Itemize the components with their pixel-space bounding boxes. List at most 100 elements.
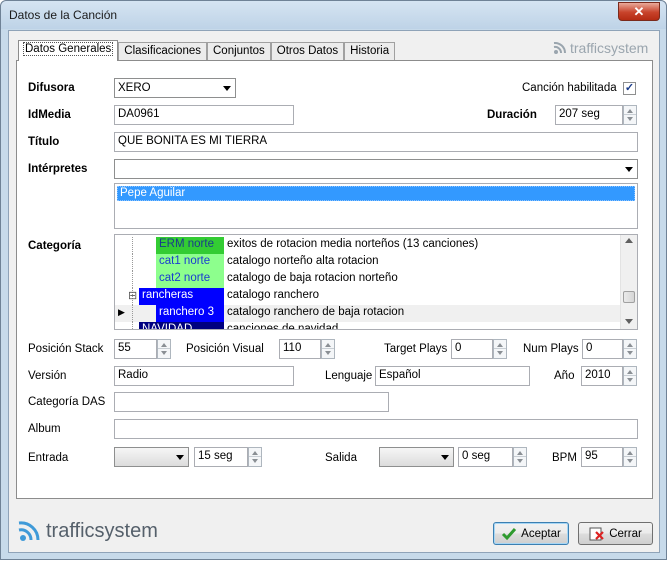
tab-datos-generales[interactable]: Datos Generales xyxy=(18,40,119,61)
idmedia-label: IdMedia xyxy=(28,109,71,121)
table-row[interactable]: NAVIDAD canciones de navidad xyxy=(115,322,621,330)
album-label: Album xyxy=(28,423,61,435)
category-code: rancheras xyxy=(139,288,224,305)
salida-seconds-stepper[interactable] xyxy=(513,447,527,467)
chevron-down-icon xyxy=(441,455,449,460)
album-field[interactable] xyxy=(114,419,638,439)
titulo-field[interactable]: QUE BONITA ES MI TIERRA xyxy=(114,132,638,152)
salida-select[interactable] xyxy=(379,447,454,467)
row-pointer-icon: ▶ xyxy=(118,307,125,317)
category-description: catalogo de baja rotacion norteño xyxy=(227,272,398,284)
categoria-das-label: Categoría DAS xyxy=(28,396,106,408)
aceptar-label: Aceptar xyxy=(521,527,561,540)
duracion-label: Duración xyxy=(487,109,537,121)
signal-icon xyxy=(553,41,567,54)
num-plays-label: Num Plays xyxy=(523,343,579,355)
duracion-stepper[interactable] xyxy=(623,105,637,125)
category-code: ranchero 3 xyxy=(156,305,224,322)
version-field[interactable]: Radio xyxy=(114,366,294,386)
posicion-visual-field[interactable]: 110 xyxy=(279,339,321,359)
brand-logo-large: trafficsystem xyxy=(16,518,158,544)
difusora-select[interactable]: XERO xyxy=(114,78,236,98)
posicion-stack-field[interactable]: 55 xyxy=(114,339,157,359)
scroll-down-icon[interactable] xyxy=(625,319,633,324)
cerrar-button[interactable]: Cerrar xyxy=(578,522,653,545)
category-code: cat2 norte xyxy=(156,271,224,288)
category-description: catalogo norteño alta rotacion xyxy=(227,255,379,267)
categoria-das-field[interactable] xyxy=(114,392,389,412)
lenguaje-field[interactable]: Español xyxy=(375,366,530,386)
categoria-scrollbar[interactable] xyxy=(620,235,637,329)
category-description: catalogo ranchero de baja rotacion xyxy=(227,306,405,318)
tab-otros-datos[interactable]: Otros Datos xyxy=(270,42,345,61)
posicion-visual-label: Posición Visual xyxy=(186,343,264,355)
category-code: cat1 norte xyxy=(156,254,224,271)
idmedia-field[interactable]: DA0961 xyxy=(114,105,294,125)
anio-field[interactable]: 2010 xyxy=(581,366,623,386)
tab-clasificaciones[interactable]: Clasificaciones xyxy=(118,42,207,61)
collapse-icon[interactable]: ⊟ xyxy=(128,289,137,302)
num-plays-field[interactable]: 0 xyxy=(582,339,623,359)
posicion-stack-stepper[interactable] xyxy=(157,339,171,359)
anio-label: Año xyxy=(554,370,575,382)
anio-stepper[interactable] xyxy=(623,366,637,386)
cancion-habilitada-label: Canción habilitada xyxy=(522,82,617,94)
target-plays-field[interactable]: 0 xyxy=(451,339,493,359)
tree-line xyxy=(132,271,133,288)
posicion-visual-stepper[interactable] xyxy=(321,339,335,359)
dialog-window: Datos de la Canción ✕ Datos Generales Cl… xyxy=(0,0,667,560)
tree-line xyxy=(132,305,133,322)
aceptar-button[interactable]: Aceptar xyxy=(493,522,569,545)
entrada-seconds-field[interactable]: 15 seg xyxy=(194,447,248,467)
interpretes-label: Intérpretes xyxy=(28,163,88,175)
entrada-seconds-stepper[interactable] xyxy=(248,447,262,467)
entrada-label: Entrada xyxy=(28,452,69,464)
brand-name: trafficsystem xyxy=(570,40,649,56)
tab-historia[interactable]: Historia xyxy=(344,42,396,61)
categoria-tree[interactable]: NAVIDAD canciones de navidad ▶ ranchero 3 ca… xyxy=(114,234,638,330)
bpm-field[interactable]: 95 xyxy=(581,447,623,467)
titulo-label: Título xyxy=(28,136,60,148)
tree-line xyxy=(132,254,133,271)
difusora-label: Difusora xyxy=(28,82,75,94)
table-row[interactable]: ⊟ rancheras catalogo ranchero xyxy=(115,288,621,305)
tab-strip: Datos Generales Clasificaciones Conjunto… xyxy=(18,40,396,61)
dialog-client: Datos Generales Clasificaciones Conjunto… xyxy=(8,30,660,553)
scroll-up-icon[interactable] xyxy=(625,238,633,243)
cancion-habilitada-checkbox[interactable]: ✓ xyxy=(623,82,636,95)
salida-seconds-field[interactable]: 0 seg xyxy=(458,447,513,467)
categoria-label: Categoría xyxy=(28,240,82,252)
tab-panel-datos-generales: Difusora XERO Canción habilitada ✓ IdMed… xyxy=(16,60,653,499)
list-item[interactable]: Pepe Aguilar xyxy=(117,186,635,201)
posicion-stack-label: Posición Stack xyxy=(28,343,104,355)
window-title: Datos de la Canción xyxy=(9,8,118,22)
category-code: NAVIDAD xyxy=(139,322,224,329)
tab-conjuntos[interactable]: Conjuntos xyxy=(207,42,271,61)
close-window-button[interactable]: ✕ xyxy=(618,2,660,21)
target-plays-stepper[interactable] xyxy=(493,339,507,359)
category-code: ERM norte xyxy=(156,237,224,254)
bpm-stepper[interactable] xyxy=(623,447,637,467)
tree-line xyxy=(132,237,133,254)
table-row[interactable]: cat2 norte catalogo de baja rotacion nort… xyxy=(115,271,621,288)
salida-label: Salida xyxy=(325,452,357,464)
tree-line xyxy=(132,322,133,329)
category-description: exitos de rotacion media norteños (13 ca… xyxy=(227,238,479,250)
table-row[interactable]: ▶ ranchero 3 catalogo ranchero de baja rot… xyxy=(115,305,621,322)
title-bar[interactable]: Datos de la Canción ✕ xyxy=(1,1,666,29)
category-description: catalogo ranchero xyxy=(227,289,320,301)
duracion-field[interactable]: 207 seg xyxy=(555,105,623,125)
tab-label: Datos Generales xyxy=(22,42,114,56)
category-description: canciones de navidad xyxy=(227,323,339,330)
table-row[interactable]: cat1 norte catalogo norteño alta rotacion xyxy=(115,254,621,271)
difusora-value: XERO xyxy=(118,82,151,94)
table-row[interactable]: ERM norte exitos de rotacion media norteñ… xyxy=(115,237,621,254)
interpretes-select[interactable] xyxy=(114,159,638,179)
lenguaje-label: Lenguaje xyxy=(325,370,373,382)
scroll-thumb[interactable] xyxy=(623,291,635,303)
entrada-select[interactable] xyxy=(114,447,189,467)
interpretes-list[interactable]: Pepe Aguilar xyxy=(114,183,638,229)
signal-icon xyxy=(18,521,40,541)
num-plays-stepper[interactable] xyxy=(623,339,637,359)
check-icon xyxy=(502,527,517,540)
